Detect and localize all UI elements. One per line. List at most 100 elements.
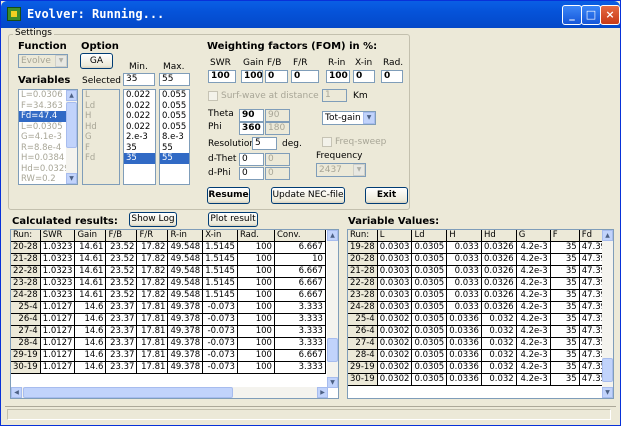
column-header[interactable]: Gain (74, 230, 107, 243)
table-cell[interactable]: 0.0302 (377, 349, 413, 363)
table-cell[interactable]: 49.378 (167, 349, 204, 363)
table-cell[interactable]: 35 (550, 301, 580, 315)
table-cell[interactable]: 20-28 (348, 253, 378, 267)
table-cell[interactable]: 4.2e-3 (516, 313, 551, 327)
phi-field-2[interactable]: 180 (265, 122, 290, 135)
table-cell[interactable]: 23-28 (11, 277, 41, 291)
table-cell[interactable]: 27-4 (348, 337, 378, 351)
table-row[interactable]: 21-28 1.0323 14.61 23.52 17.82 49.548 1.5145 10… (11, 253, 326, 267)
table-cell[interactable]: 3.333 (274, 313, 326, 327)
column-header[interactable]: F/B (105, 230, 138, 243)
variables-scrollbar[interactable]: ▲ ▼ (66, 90, 77, 184)
list-item[interactable]: 0.055 (160, 101, 189, 112)
scroll-left-icon[interactable]: ◀ (11, 387, 22, 398)
table-cell[interactable]: 1.0127 (40, 337, 76, 351)
table-cell[interactable]: 6.667 (274, 349, 326, 363)
column-header[interactable]: R-in (167, 230, 204, 243)
table-cell[interactable]: 4.2e-3 (516, 277, 551, 291)
table-cell[interactable]: 49.378 (167, 361, 204, 375)
table-cell[interactable]: 23.37 (105, 361, 138, 375)
table-cell[interactable]: 0.0336 (446, 325, 482, 339)
table-row[interactable]: 23-28 0.0303 0.0305 0.033 0.0326 4.2e-3 35 47.3… (348, 289, 613, 303)
table-row[interactable]: 23-28 1.0323 14.61 23.52 17.82 49.548 1.5145 10… (11, 277, 326, 291)
column-header[interactable]: SWR (40, 230, 76, 243)
table-cell[interactable]: 30-19 (11, 361, 41, 375)
table-cell[interactable]: 0.032 (481, 337, 517, 351)
table-cell[interactable]: 100 (237, 301, 275, 315)
table-cell[interactable]: 17.82 (136, 265, 169, 279)
table-cell[interactable]: 14.6 (74, 361, 107, 375)
table-row[interactable]: 27-4 1.0127 14.6 23.37 17.81 49.378 -0.073 100 3… (11, 325, 326, 339)
update-nec-file-button[interactable]: Update NEC-file (271, 187, 345, 204)
var-names-list[interactable]: L Ld H Hd G F Fd (82, 89, 120, 185)
column-header[interactable]: X-in (202, 230, 238, 243)
table-cell[interactable]: -0.073 (202, 325, 238, 339)
table-row[interactable]: 29-19 0.0302 0.0305 0.0336 0.032 4.2e-3 35 47.3… (348, 361, 613, 375)
table-row[interactable]: 24-28 0.0303 0.0305 0.033 0.0326 4.2e-3 35 47.3… (348, 301, 613, 315)
table-cell[interactable]: 0.033 (446, 253, 482, 267)
table-cell[interactable]: 0.033 (446, 277, 482, 291)
table-cell[interactable]: 0.0305 (411, 277, 448, 291)
table-cell[interactable]: 1.0323 (40, 289, 76, 303)
table-cell[interactable]: 35 (550, 361, 580, 375)
column-header[interactable]: L (377, 230, 413, 243)
chevron-down-icon[interactable]: ▼ (55, 55, 67, 67)
table-cell[interactable]: -0.073 (202, 349, 238, 363)
table-cell[interactable]: 14.6 (74, 301, 107, 315)
table-cell[interactable]: 0.0303 (377, 301, 413, 315)
table-cell[interactable]: 0.0305 (411, 253, 448, 267)
table-cell[interactable]: 0.0302 (377, 337, 413, 351)
resolution-field[interactable]: 5 (252, 137, 277, 150)
table-cell[interactable]: 23.52 (105, 241, 138, 255)
table-cell[interactable]: 3.333 (274, 337, 326, 351)
table-cell[interactable]: 14.6 (74, 349, 107, 363)
table-cell[interactable]: 1.0127 (40, 313, 76, 327)
frequency-combo[interactable]: 2437 ▼ (316, 163, 366, 177)
list-item[interactable]: 0.055 (160, 90, 189, 101)
table-row[interactable]: 21-28 0.0303 0.0305 0.033 0.0326 4.2e-3 35 47.3… (348, 265, 613, 279)
table-cell[interactable]: 0.0305 (411, 337, 448, 351)
table-cell[interactable]: 4.2e-3 (516, 265, 551, 279)
show-log-button[interactable]: Show Log (129, 212, 177, 227)
table-cell[interactable]: 49.548 (167, 277, 204, 291)
table-cell[interactable]: 0.0336 (446, 337, 482, 351)
table-cell[interactable]: 29-19 (348, 361, 378, 375)
table-cell[interactable]: 1.5145 (202, 265, 238, 279)
table-cell[interactable]: 1.0323 (40, 265, 76, 279)
table-cell[interactable]: 17.82 (136, 253, 169, 267)
table-cell[interactable]: -0.073 (202, 361, 238, 375)
table-cell[interactable]: 17.81 (136, 337, 169, 351)
table-cell[interactable]: 29-19 (11, 349, 41, 363)
chevron-down-icon[interactable]: ▼ (353, 164, 365, 176)
table-cell[interactable]: -0.073 (202, 313, 238, 327)
table-cell[interactable]: 0.032 (481, 361, 517, 375)
list-item[interactable]: 35 (124, 143, 155, 154)
table-cell[interactable]: 28-4 (348, 349, 378, 363)
scroll-down-icon[interactable]: ▼ (66, 173, 77, 184)
table-row[interactable]: 25-4 0.0302 0.0305 0.0336 0.032 4.2e-3 35 47.35… (348, 313, 613, 327)
table-cell[interactable]: 23.37 (105, 325, 138, 339)
scroll-up-icon[interactable]: ▲ (66, 90, 77, 101)
selected-min-field[interactable]: 35 (123, 73, 155, 86)
table-cell[interactable]: 0.0326 (481, 253, 517, 267)
table-cell[interactable]: 23.52 (105, 277, 138, 291)
list-item[interactable]: 35 (124, 153, 155, 164)
weight-field[interactable]: 0 (381, 70, 403, 83)
table-cell[interactable]: -0.073 (202, 301, 238, 315)
chevron-down-icon[interactable]: ▼ (363, 112, 375, 124)
list-item[interactable]: 2.e-3 (124, 132, 155, 143)
list-item[interactable]: 0.022 (124, 111, 155, 122)
table-cell[interactable]: 4.2e-3 (516, 241, 551, 255)
table-cell[interactable]: 0.0326 (481, 289, 517, 303)
freq-sweep-checkbox[interactable] (322, 137, 332, 147)
table-cell[interactable]: 1.5145 (202, 241, 238, 255)
table-cell[interactable]: 19-28 (348, 241, 378, 255)
function-combo[interactable]: Evolve ▼ (18, 54, 68, 68)
table-cell[interactable]: 4.2e-3 (516, 289, 551, 303)
dphi-field[interactable]: 0 (239, 167, 264, 180)
table-cell[interactable]: 0.0326 (481, 277, 517, 291)
table-cell[interactable]: 0.0303 (377, 253, 413, 267)
table-row[interactable]: 22-28 0.0303 0.0305 0.033 0.0326 4.2e-3 35 47.3… (348, 277, 613, 291)
table-row[interactable]: 19-28 0.0303 0.0305 0.033 0.0326 4.2e-3 35 47.3… (348, 241, 613, 255)
table-row[interactable]: 26-4 0.0302 0.0305 0.0336 0.032 4.2e-3 35 47.35… (348, 325, 613, 339)
